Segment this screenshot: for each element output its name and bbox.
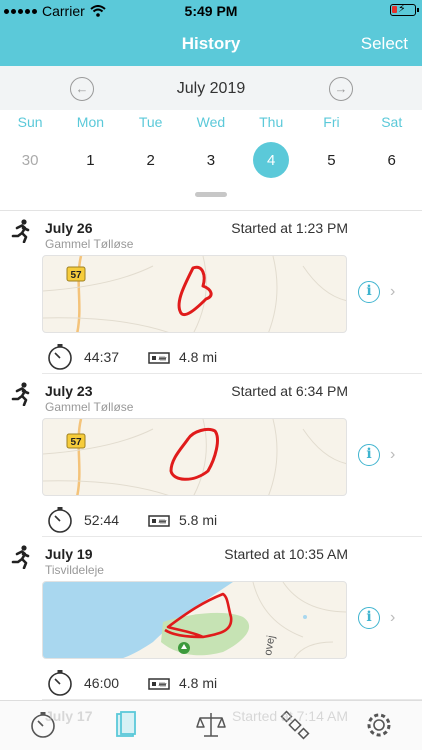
battery-icon: ⚡ — [390, 3, 419, 16]
weekday-label: Thu — [259, 114, 284, 130]
info-icon[interactable]: i — [358, 444, 380, 466]
route-map[interactable]: 57 — [42, 255, 347, 333]
stopwatch-icon — [48, 670, 72, 696]
route-map[interactable]: 57 — [42, 418, 347, 496]
chevron-right-icon[interactable]: › — [390, 609, 395, 627]
next-month-button[interactable]: → — [329, 77, 353, 101]
arrow-right-icon: → — [334, 81, 348, 96]
runner-icon — [11, 219, 30, 243]
calendar-day[interactable]: 3 — [181, 141, 241, 179]
chevron-right-icon[interactable]: › — [390, 446, 395, 464]
status-bar: Carrier 5:49 PM ⚡ — [0, 0, 422, 22]
runner-icon — [11, 545, 30, 569]
page-title: History — [181, 34, 241, 53]
calendar-day[interactable]: 1 — [60, 141, 120, 179]
route-map[interactable]: ovej — [42, 581, 347, 659]
month-bar: ← July 2019 → — [0, 66, 422, 110]
stopwatch-icon — [48, 507, 72, 533]
road-sign: 57 — [66, 266, 86, 282]
weekday-label: Sun — [17, 114, 43, 130]
calendar-day[interactable]: 6 — [362, 141, 422, 179]
activity-start-time: Started at 10:35 AM — [224, 546, 348, 562]
partial-activity-start: Started at 7:14 AM — [232, 708, 348, 724]
weekday-label: Wed — [196, 114, 226, 130]
calendar-day[interactable]: 30 — [0, 141, 60, 179]
chevron-right-icon[interactable]: › — [390, 283, 395, 301]
weekday-header: Sun Mon Tue Wed Thu Fri Sat — [0, 114, 422, 134]
activity-start-time: Started at 6:34 PM — [231, 383, 348, 399]
activity-location: Gammel Tølløse — [45, 400, 134, 414]
weekday-label: Tue — [138, 114, 163, 130]
activity-row[interactable]: July 26 Gammel Tølløse Started at 1:23 P… — [0, 211, 422, 374]
odometer-icon — [148, 678, 170, 690]
week-days: 30 1 2 3 4 5 6 — [0, 141, 422, 179]
status-time: 5:49 PM — [184, 3, 238, 19]
road-number: 57 — [70, 437, 82, 448]
calendar-day[interactable]: 5 — [301, 141, 361, 179]
info-icon[interactable]: i — [358, 607, 380, 629]
partial-activity-row: July 17 Started at 7:14 AM — [0, 700, 422, 730]
runner-icon — [11, 382, 30, 406]
road-number: 57 — [70, 270, 82, 281]
calendar-day-selected[interactable]: 4 — [241, 141, 301, 179]
activity-date: July 19 — [45, 546, 93, 562]
partial-activity-date: July 17 — [45, 708, 93, 724]
activity-row[interactable]: July 23 Gammel Tølløse Started at 6:34 P… — [0, 374, 422, 537]
street-label: ovej — [262, 635, 277, 657]
activity-duration: 46:00 — [84, 675, 120, 691]
activity-date: July 23 — [45, 383, 93, 399]
activity-location: Tisvildeleje — [45, 563, 104, 577]
weekday-label: Mon — [76, 114, 105, 130]
weekday-label: Fri — [323, 114, 340, 130]
activity-duration: 44:37 — [84, 349, 120, 365]
charging-icon: ⚡ — [398, 3, 406, 15]
battery-level — [392, 6, 397, 13]
calendar-drag-handle[interactable] — [195, 192, 227, 197]
info-icon[interactable]: i — [358, 281, 380, 303]
app-header: Carrier 5:49 PM ⚡ History Select — [0, 0, 422, 66]
odometer-icon — [148, 515, 170, 527]
activity-date: July 26 — [45, 220, 93, 236]
activity-start-time: Started at 1:23 PM — [231, 220, 348, 236]
activity-distance: 5.8 mi — [179, 512, 218, 528]
odometer-icon — [148, 352, 170, 364]
weekday-label: Sat — [381, 114, 403, 130]
activity-distance: 4.8 mi — [179, 349, 218, 365]
activity-distance: 4.8 mi — [179, 675, 218, 691]
activity-duration: 52:44 — [84, 512, 120, 528]
activity-location: Gammel Tølløse — [45, 237, 134, 251]
select-button[interactable]: Select — [361, 34, 408, 54]
calendar-day[interactable]: 2 — [121, 141, 181, 179]
road-sign: 57 — [66, 433, 86, 449]
activity-row[interactable]: July 19 Tisvildeleje Started at 10:35 AM… — [0, 537, 422, 700]
selected-day-number: 4 — [253, 142, 290, 178]
stopwatch-icon — [48, 344, 72, 370]
month-label: July 2019 — [176, 80, 246, 97]
